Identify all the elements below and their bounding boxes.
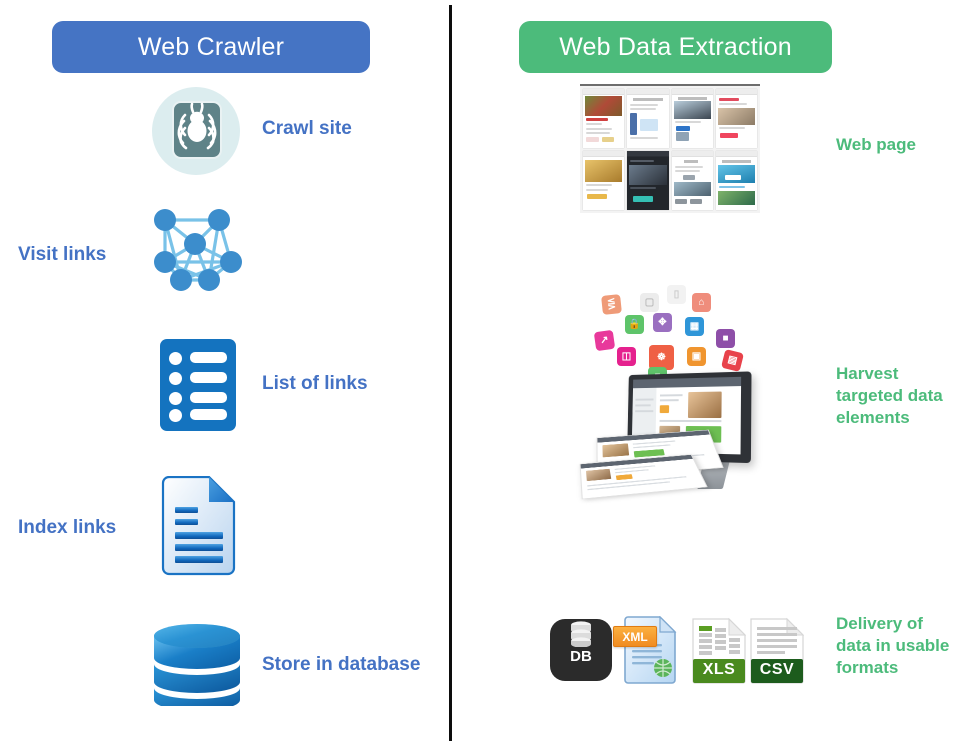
app-tile-arrow-icon: ↗ bbox=[593, 329, 616, 352]
db-tile-icon: DB bbox=[550, 612, 612, 688]
csv-file-icon: CSV bbox=[750, 616, 804, 684]
document-glyph bbox=[161, 475, 236, 576]
xml-tag-label: XML bbox=[613, 626, 657, 647]
app-tile-device-icon: ◫ bbox=[617, 347, 636, 366]
xml-file-icon: XML bbox=[613, 616, 677, 684]
webpage-thumbnail bbox=[627, 89, 669, 148]
step-label-crawl-site: Crawl site bbox=[262, 118, 352, 139]
delivery-text: Delivery of data in usable formats bbox=[836, 614, 950, 677]
step-label-web-page: Web page bbox=[836, 135, 916, 154]
csv-label: CSV bbox=[759, 661, 795, 678]
spider-glyph bbox=[177, 102, 217, 150]
app-tile-expand-icon: ✥ bbox=[653, 313, 672, 332]
right-column-header: Web Data Extraction bbox=[519, 21, 832, 73]
webpage-thumbnail bbox=[671, 151, 713, 210]
webpage-thumbnail bbox=[627, 151, 669, 210]
app-tile-grid-icon: ▦ bbox=[685, 317, 704, 336]
app-tile-square-icon: ■ bbox=[716, 329, 735, 348]
left-column-header: Web Crawler bbox=[52, 21, 370, 73]
webpage-thumbnail bbox=[583, 89, 625, 148]
vertical-divider bbox=[449, 5, 452, 741]
step-label-harvest-targeted-data: Harvest targeted data elements bbox=[836, 363, 943, 429]
spider-icon bbox=[152, 87, 240, 175]
app-tile-share-icon: ⋚ bbox=[601, 294, 622, 315]
xls-file-icon: XLS bbox=[692, 616, 746, 684]
webpage-thumbnail bbox=[583, 151, 625, 210]
app-tile-lock-icon: 🔒 bbox=[625, 315, 644, 334]
step-label-list-of-links: List of links bbox=[262, 373, 368, 394]
app-tile-page-icon: ▯ bbox=[667, 285, 686, 304]
webpage-grid-icon bbox=[580, 84, 760, 213]
step-label-delivery-of-data: Delivery of data in usable formats bbox=[836, 613, 949, 679]
network-graph-icon bbox=[147, 200, 247, 305]
list-icon bbox=[160, 339, 236, 431]
app-tile-media-icon: ▣ bbox=[687, 347, 706, 366]
network-graph-glyph bbox=[154, 209, 242, 291]
step-label-store-in-database: Store in database bbox=[262, 654, 421, 675]
step-label-index-links: Index links bbox=[18, 517, 117, 538]
webpage-thumbnail bbox=[715, 89, 757, 148]
monitor-harvest-icon: ⋚ ▢ ▯ ⌂ 🔒 ✥ ▦ ↗ ■ ◫ ☸ ▣ ▤ ■ bbox=[575, 275, 790, 500]
harvest-line-1: Harvest targeted data elements bbox=[836, 364, 943, 427]
data-formats-icon: DB XML XLS CSV bbox=[550, 612, 804, 694]
database-glyph bbox=[154, 624, 240, 711]
infographic-canvas: Web Crawler Crawl site Visit links List … bbox=[0, 0, 975, 751]
step-label-visit-links: Visit links bbox=[18, 244, 107, 265]
db-cylinder-glyph bbox=[571, 621, 591, 647]
app-tile-home-icon: ⌂ bbox=[692, 293, 711, 312]
webpage-thumbnail bbox=[715, 151, 757, 210]
app-tile-book-icon: ▤ bbox=[720, 348, 745, 373]
webpage-thumbnail bbox=[671, 89, 713, 148]
database-icon bbox=[150, 620, 244, 711]
xls-label: XLS bbox=[702, 661, 736, 678]
document-icon bbox=[158, 475, 240, 576]
app-tile-blank-icon: ▢ bbox=[640, 293, 659, 312]
db-label: DB bbox=[570, 648, 592, 665]
